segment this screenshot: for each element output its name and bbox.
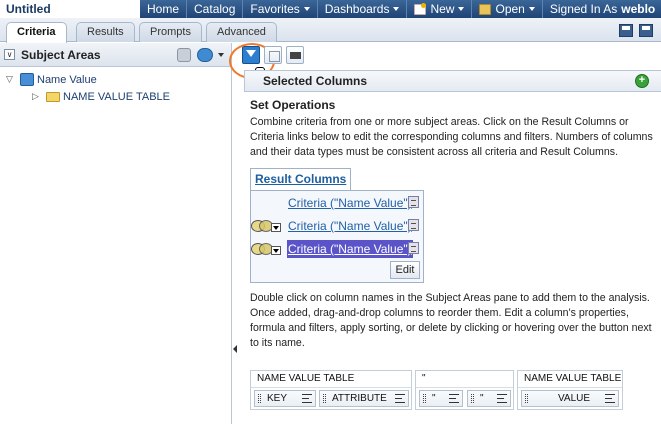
criteria-link[interactable]: Criteria ("Name Value") [287,217,413,235]
column-menu-icon[interactable] [449,394,459,403]
nav-new[interactable]: New [406,0,471,18]
new-document-icon [414,2,427,15]
column-menu-icon[interactable] [395,394,405,403]
subject-area-help-text: Double click on column names in the Subj… [250,292,652,349]
chevron-down-icon [458,7,465,11]
set-operations-panel: Set Operations Combine criteria from one… [250,98,661,410]
drag-handle-icon[interactable] [323,394,326,403]
tab-results[interactable]: Results [76,22,135,42]
nav-signed-in[interactable]: Signed In As weblo [541,0,661,18]
criteria-row: Criteria ("Name Value") [251,239,423,259]
nav-open[interactable]: Open [471,0,541,18]
chevron-down-icon[interactable] [218,53,224,57]
save-as-icon[interactable] [639,24,653,37]
column-quote-1[interactable]: " [419,390,463,407]
nav-favorites[interactable]: Favorites [242,0,316,18]
expand-triangle-icon[interactable]: ▷ [32,91,42,102]
collapse-triangle-icon[interactable]: ▽ [6,74,16,85]
top-bar: Untitled Home Catalog Favorites Dashboar… [0,0,661,18]
set-operations-description: Combine criteria from one or more subjec… [250,116,653,158]
app-title: Untitled [6,2,51,16]
folder-open-icon [479,3,492,15]
subject-areas-title: Subject Areas [21,48,101,62]
criteria-link[interactable]: Criteria ("Name Value") [287,194,413,212]
result-columns-link[interactable]: Result Columns [250,168,352,190]
chevron-down-icon[interactable] [271,246,281,255]
tree-item-name-value[interactable]: ▽ Name Value [6,71,231,88]
selected-columns-table: NAME VALUE TABLE KEY ATTRIBUTE " " " NAM… [250,370,623,414]
column-group: NAME VALUE TABLE VALUE [517,370,623,410]
selected-columns-title: Selected Columns [263,74,368,88]
column-attribute[interactable]: ATTRIBUTE [319,390,409,407]
criteria-row: Criteria ("Name Value") [251,216,423,236]
column-menu-icon[interactable] [605,394,615,403]
selected-columns-pane: Selected Columns + Set Operations Combin… [229,43,661,424]
chevron-down-icon [528,7,535,11]
global-nav: Home Catalog Favorites Dashboards New Op… [140,0,661,18]
chevron-down-icon[interactable] [271,223,281,232]
edit-button[interactable]: Edit [390,261,420,279]
criteria-toolbar [229,43,661,81]
advanced-sql-icon[interactable] [286,46,304,64]
column-value[interactable]: VALUE [521,390,619,407]
chevron-down-icon [303,7,310,11]
editor-tab-bar: Criteria Results Prompts Advanced [0,18,661,43]
tab-criteria[interactable]: Criteria [6,22,67,43]
tree-item-name-value-table[interactable]: ▷ NAME VALUE TABLE [6,88,231,105]
criteria-menu-icon[interactable] [408,219,419,231]
nav-catalog[interactable]: Catalog [186,0,242,18]
collapse-pane-icon[interactable]: ∨ [4,49,15,60]
column-group: " " " [415,370,514,410]
add-subject-area-icon[interactable] [177,48,191,62]
subject-areas-header: ∨ Subject Areas [0,43,231,67]
column-properties-icon[interactable] [264,46,282,64]
criteria-list: Criteria ("Name Value") Criteria ("Name … [250,190,424,283]
folder-icon [46,91,60,102]
filter-icon[interactable] [229,43,275,81]
tree-item-label: Name Value [37,73,97,86]
subject-areas-pane: ∨ Subject Areas ▽ Name Value ▷ NAME VALU… [0,43,232,424]
nav-dashboards[interactable]: Dashboards [316,0,407,18]
drag-handle-icon[interactable] [525,394,528,403]
criteria-row: Criteria ("Name Value") [251,193,423,213]
criteria-menu-icon[interactable] [408,242,419,254]
tree-item-label: NAME VALUE TABLE [63,90,170,103]
add-set-operation-icon[interactable]: + [635,74,649,88]
column-menu-icon[interactable] [497,394,507,403]
column-group: NAME VALUE TABLE KEY ATTRIBUTE [250,370,412,410]
refresh-icon[interactable] [197,48,213,62]
selected-columns-header: Selected Columns + [244,70,661,92]
nav-home[interactable]: Home [140,0,186,18]
set-operations-title: Set Operations [250,98,336,112]
criteria-link-selected[interactable]: Criteria ("Name Value") [287,240,413,258]
username: weblo [621,2,656,16]
column-group-title: " [416,371,513,388]
column-quote-2[interactable]: " [467,390,511,407]
column-group-title: NAME VALUE TABLE [251,371,411,388]
database-icon [20,73,34,86]
column-key[interactable]: KEY [254,390,316,407]
drag-handle-icon[interactable] [471,394,474,403]
drag-handle-icon[interactable] [258,394,261,403]
save-icon[interactable] [619,24,633,37]
tab-advanced[interactable]: Advanced [206,22,277,42]
drag-handle-icon[interactable] [423,394,426,403]
criteria-menu-icon[interactable] [408,196,419,208]
tab-prompts[interactable]: Prompts [139,22,202,42]
chevron-down-icon [393,7,400,11]
column-group-title: NAME VALUE TABLE [518,371,622,388]
subject-area-tree: ▽ Name Value ▷ NAME VALUE TABLE [0,67,231,105]
column-menu-icon[interactable] [302,394,312,403]
